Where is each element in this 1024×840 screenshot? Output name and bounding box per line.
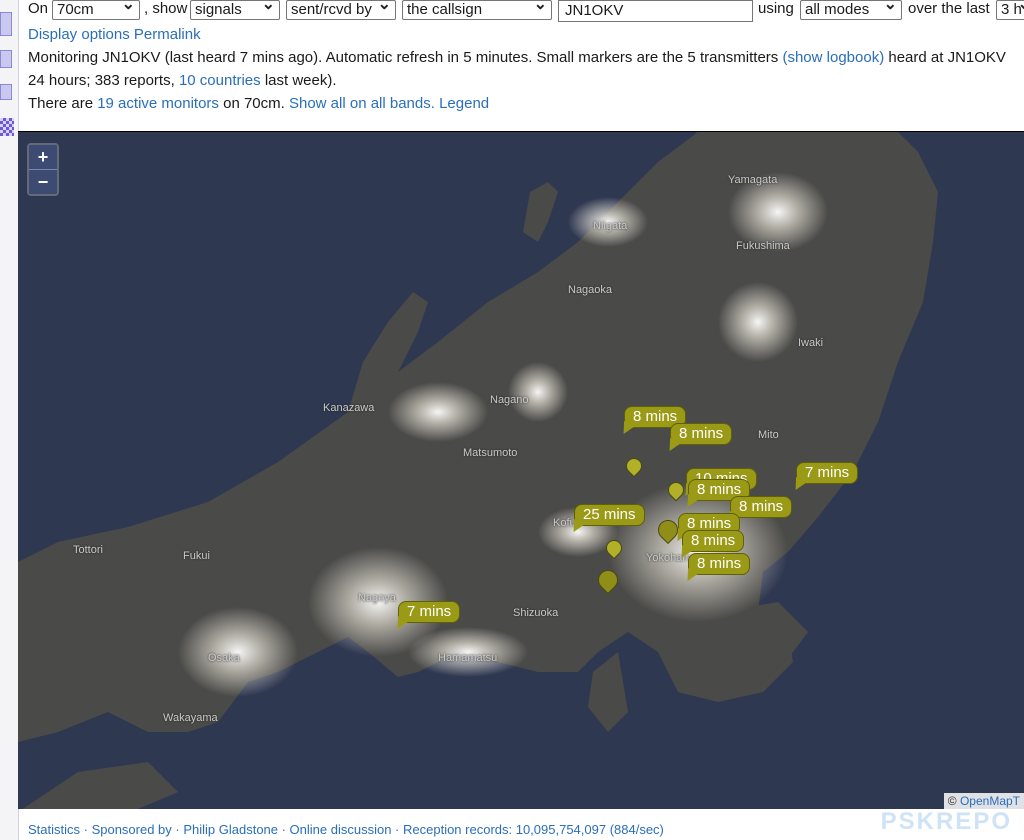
over-label: over the last	[908, 0, 990, 17]
map-label: Shizuoka	[513, 607, 559, 619]
report-bubble[interactable]: 8 mins	[682, 530, 745, 552]
strip-block	[0, 84, 12, 100]
reports-suffix: last week).	[260, 72, 337, 89]
options-row: Display options Permalink	[28, 26, 201, 44]
report-bubble[interactable]: 7 mins	[398, 601, 461, 623]
map-terrain	[18, 132, 938, 809]
active-monitors-link[interactable]: 19 active monitors	[97, 95, 219, 112]
zoom-control: + −	[27, 143, 59, 196]
period-select[interactable]: 3 h	[996, 0, 1024, 20]
map-label: Fukushima	[736, 240, 790, 252]
footer-links[interactable]: Statistics · Sponsored by · Philip Glads…	[28, 822, 664, 837]
show-logbook-link[interactable]: (show logbook)	[782, 49, 884, 66]
map-label: Osaka	[208, 652, 240, 664]
map-label: Nagoya	[358, 592, 396, 604]
active-text: There are	[28, 95, 98, 112]
strip-pattern	[0, 118, 14, 136]
show-all-bands-link[interactable]: Show all on all bands.	[289, 95, 435, 112]
signals-select[interactable]: signals	[190, 0, 280, 20]
report-bubble[interactable]: 25 mins	[574, 504, 645, 526]
using-label: using	[758, 0, 794, 17]
on-label: On	[28, 0, 49, 17]
report-bubble[interactable]: 7 mins	[796, 462, 859, 484]
active-mid: on 70cm.	[218, 95, 289, 112]
site-logo-watermark: PSKREPO	[880, 808, 1012, 835]
display-options-link[interactable]: Display options	[28, 26, 130, 43]
reports-status: 24 hours; 383 reports, 10 countries last…	[28, 72, 337, 90]
sado-island	[523, 182, 558, 242]
reports-text: 24 hours; 383 reports,	[28, 72, 179, 89]
map-label: Fukui	[183, 550, 210, 562]
map-label: Mito	[758, 429, 779, 441]
monitoring-suffix: heard at JN1OKV	[884, 49, 1006, 66]
modes-select[interactable]: all modes	[800, 0, 902, 20]
left-side-strip	[0, 0, 19, 840]
map-view[interactable]: + − Yamagata Niigata Fukushima Nagaoka I…	[18, 131, 1024, 809]
map-label: Kanazawa	[323, 402, 375, 414]
strip-block	[0, 50, 12, 68]
countries-link[interactable]: 10 countries	[179, 72, 261, 89]
show-label: , show	[144, 0, 188, 17]
legend-link[interactable]: Legend	[439, 95, 489, 112]
monitoring-text: Monitoring JN1OKV (last heard 7 mins ago…	[28, 49, 783, 66]
strip-block	[0, 12, 12, 36]
callsign-mode-select[interactable]: the callsign	[402, 0, 552, 20]
map-label: Yamagata	[728, 174, 778, 186]
zoom-out-button[interactable]: −	[29, 169, 57, 194]
zoom-in-button[interactable]: +	[29, 145, 57, 169]
monitoring-status: Monitoring JN1OKV (last heard 7 mins ago…	[28, 49, 1006, 67]
permalink-link[interactable]: Permalink	[134, 26, 201, 43]
attribution-symbol: ©	[947, 794, 957, 808]
izu-peninsula	[588, 652, 628, 732]
map-label: Niigata	[593, 220, 628, 232]
map-label: Iwaki	[798, 337, 824, 349]
map-label: Tottori	[73, 544, 103, 556]
map-label: Matsumoto	[463, 447, 518, 459]
direction-select[interactable]: sent/rcvd by	[286, 0, 396, 20]
active-monitors-status: There are 19 active monitors on 70cm. Sh…	[28, 95, 489, 113]
map-attribution: © OpenMapT	[943, 793, 1024, 809]
callsign-input[interactable]: JN1OKV	[558, 0, 753, 22]
openmaptiles-link[interactable]: OpenMapT	[960, 794, 1020, 808]
report-bubble[interactable]: 8 mins	[670, 423, 733, 445]
map-label: Wakayama	[163, 712, 218, 724]
band-select[interactable]: 70cm	[52, 0, 140, 20]
report-bubble[interactable]: 8 mins	[730, 496, 793, 518]
shikoku-part	[18, 762, 178, 809]
map-label: Nagano	[490, 394, 529, 406]
report-bubble[interactable]: 8 mins	[688, 553, 751, 575]
map-label: Nagaoka	[568, 284, 613, 296]
map-label: Hamamatsu	[438, 652, 498, 664]
